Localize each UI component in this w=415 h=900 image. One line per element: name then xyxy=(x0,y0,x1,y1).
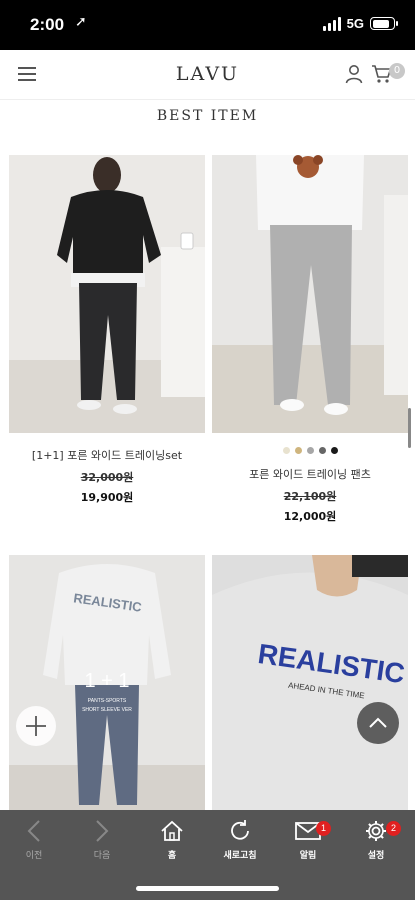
home-indicator xyxy=(136,886,279,891)
forward-arrow-icon xyxy=(96,820,109,842)
product-card[interactable]: REALISTIC 1 + 1 PANTS-SPORTS SHORT SLEEV… xyxy=(9,555,205,810)
network-label: 5G xyxy=(346,16,364,31)
status-time: 2:00 xyxy=(30,15,65,34)
color-swatch[interactable] xyxy=(306,447,314,454)
nav-label: 알림 xyxy=(299,851,317,861)
notification-badge: 1 xyxy=(316,821,331,836)
product-card[interactable]: REALISTIC AHEAD IN THE TIME xyxy=(212,555,408,810)
nav-settings[interactable]: 2 설정 xyxy=(346,818,406,861)
original-price: 32,000원 xyxy=(80,471,134,484)
cart-count-badge: 0 xyxy=(389,63,405,79)
nav-home[interactable]: 홈 xyxy=(142,818,202,861)
home-icon xyxy=(161,820,183,841)
color-swatch[interactable] xyxy=(330,447,338,454)
plus-icon xyxy=(26,716,46,736)
gear-icon xyxy=(366,821,386,841)
product-name[interactable]: 포른 와이드 트레이닝 팬츠 xyxy=(212,466,408,482)
overlay-subtext: PANTS-SPORTS xyxy=(88,698,127,704)
signal-icon xyxy=(322,16,341,31)
refresh-icon xyxy=(231,820,249,840)
back-arrow-icon xyxy=(27,820,40,842)
scrollbar[interactable] xyxy=(408,408,411,448)
add-button[interactable] xyxy=(16,706,56,746)
nav-label: 설정 xyxy=(367,851,385,861)
nav-notifications[interactable]: 1 알림 xyxy=(278,818,338,861)
app-header: LAVU 0 xyxy=(0,50,415,100)
battery-icon xyxy=(370,17,398,30)
status-bar: 2:00 ➚ 5G xyxy=(0,0,415,50)
product-card[interactable]: 포른 와이드 트레이닝 팬츠 22,100원 12,000원 xyxy=(212,155,408,524)
color-swatch[interactable] xyxy=(294,447,302,454)
nav-label: 다음 xyxy=(93,851,111,861)
section-title: BEST ITEM xyxy=(156,108,259,124)
overlay-text: 1 + 1 xyxy=(84,670,129,692)
color-swatches xyxy=(212,447,408,454)
nav-label: 이전 xyxy=(25,851,43,861)
bottom-nav: 이전 다음 홈 새로고침 1 알림 2 설정 xyxy=(0,810,415,900)
chevron-up-icon xyxy=(369,717,387,728)
status-indicators: 5G xyxy=(322,16,398,31)
original-price: 22,100원 xyxy=(283,490,337,503)
nav-forward[interactable]: 다음 xyxy=(72,818,132,861)
nav-refresh[interactable]: 새로고침 xyxy=(210,818,270,861)
overlay-subtext: SHORT SLEEVE VER xyxy=(82,707,132,713)
nav-label: 홈 xyxy=(167,851,177,861)
product-card[interactable]: [1+1] 포른 와이드 트레이닝set 32,000원 19,900원 xyxy=(9,155,205,505)
nav-label: 새로고침 xyxy=(223,851,257,861)
scroll-top-button[interactable] xyxy=(357,702,399,744)
sale-price: 12,000원 xyxy=(283,510,337,523)
product-image[interactable]: REALISTIC AHEAD IN THE TIME xyxy=(212,555,408,810)
color-swatch[interactable] xyxy=(282,447,290,454)
product-image[interactable]: REALISTIC 1 + 1 PANTS-SPORTS SHORT SLEEV… xyxy=(9,555,205,810)
product-name[interactable]: [1+1] 포른 와이드 트레이닝set xyxy=(9,447,205,463)
product-image[interactable] xyxy=(9,155,205,433)
nav-back[interactable]: 이전 xyxy=(4,818,64,861)
sale-price: 19,900원 xyxy=(80,491,134,504)
user-icon[interactable] xyxy=(345,64,363,84)
location-arrow-icon: ➚ xyxy=(75,14,87,30)
color-swatch[interactable] xyxy=(318,447,326,454)
settings-badge: 2 xyxy=(386,821,401,836)
product-image[interactable] xyxy=(212,155,408,433)
